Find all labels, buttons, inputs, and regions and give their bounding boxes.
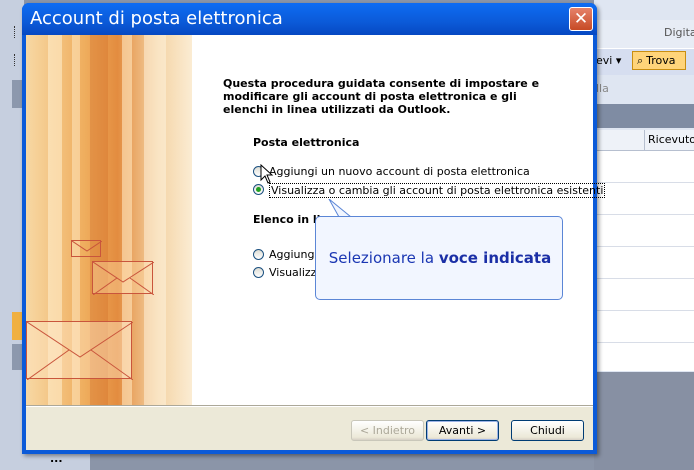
- mouse-pointer-icon: [260, 164, 274, 184]
- dialog-title: Account di posta elettronica: [30, 8, 283, 29]
- list-item[interactable]: [594, 151, 694, 183]
- find-button[interactable]: ⌕ Trova: [632, 51, 686, 70]
- toolbar-grip[interactable]: [14, 54, 18, 66]
- envelope-icon: [71, 240, 102, 257]
- envelope-icon: [26, 321, 133, 380]
- list-item[interactable]: [594, 183, 694, 215]
- column-received[interactable]: Ricevuto: [648, 133, 694, 146]
- list-item[interactable]: [594, 279, 694, 311]
- message-list: [594, 151, 694, 375]
- close-icon: ✕: [573, 9, 589, 29]
- empty-area: [594, 372, 694, 470]
- navigation-pane-edge: [0, 0, 24, 470]
- search-input[interactable]: Digita: [664, 26, 694, 39]
- wizard-intro-text: Questa procedura guidata consente di imp…: [223, 77, 540, 116]
- list-item[interactable]: [594, 311, 694, 343]
- radio-button-checked[interactable]: [253, 184, 264, 195]
- filter-bar: lla: [594, 78, 694, 100]
- list-item[interactable]: [594, 215, 694, 247]
- callout-text: Selezionare la voce indicata: [328, 249, 552, 267]
- toolbar-grip[interactable]: [14, 26, 18, 38]
- email-section-heading: Posta elettronica: [253, 136, 360, 149]
- toolbar-dropdown-label[interactable]: evi ▾: [596, 54, 621, 67]
- instruction-callout: Selezionare la voce indicata: [315, 216, 563, 300]
- find-icon: ⌕: [637, 54, 644, 67]
- list-item[interactable]: [594, 343, 694, 375]
- close-dialog-button[interactable]: Chiudi: [511, 420, 584, 441]
- outlook-right-pane: Digita evi ▾ ⌕ Trova lla Ricevuto: [594, 0, 694, 470]
- folder-header: [594, 104, 694, 128]
- list-item[interactable]: [594, 247, 694, 279]
- dialog-title-bar[interactable]: Account di posta elettronica ✕: [22, 3, 597, 35]
- envelope-icon: [92, 261, 154, 295]
- next-button[interactable]: Avanti >: [426, 420, 499, 441]
- radio-button[interactable]: [253, 267, 264, 278]
- back-button[interactable]: < Indietro: [351, 420, 424, 441]
- close-button[interactable]: ✕: [569, 7, 593, 31]
- wizard-artwork: [26, 35, 192, 405]
- button-separator: [26, 405, 593, 407]
- radio-button[interactable]: [253, 249, 264, 260]
- column-header-row: Ricevuto: [594, 130, 694, 151]
